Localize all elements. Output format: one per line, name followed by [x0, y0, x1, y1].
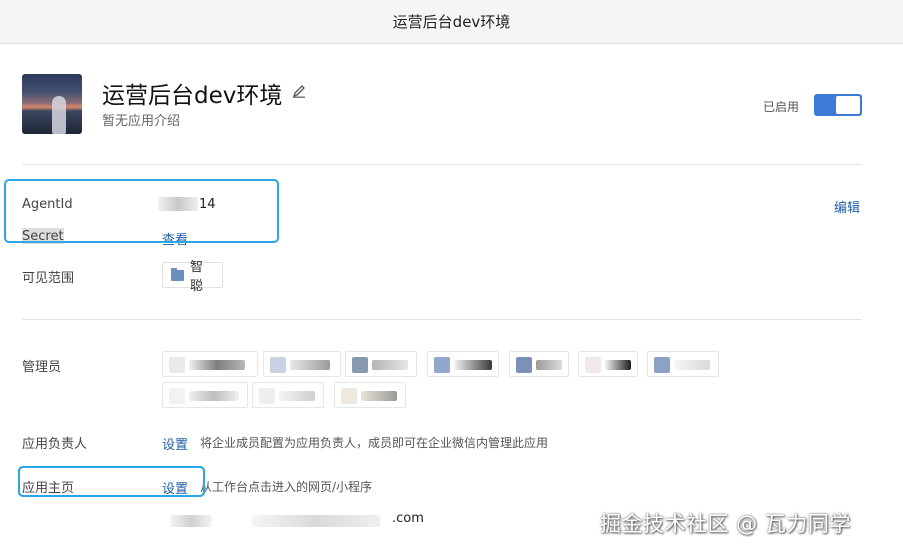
- avatar: [259, 388, 275, 404]
- avatar: [352, 357, 368, 373]
- admin-chip[interactable]: [162, 351, 258, 377]
- admin-name: [454, 360, 492, 370]
- avatar: [516, 357, 532, 373]
- admin-name: [189, 360, 245, 370]
- avatar: [434, 357, 450, 373]
- admin-name: [361, 391, 397, 401]
- owner-set-link[interactable]: 设置: [162, 434, 188, 453]
- avatar: [169, 388, 185, 404]
- admin-chip[interactable]: [252, 382, 324, 408]
- admin-name: [189, 391, 239, 401]
- admin-name: [290, 360, 330, 370]
- highlight-box-credentials: [4, 179, 279, 243]
- owner-hint: 将企业成员配置为应用负责人，成员即可在企业微信内管理此应用: [200, 436, 549, 450]
- admin-chip[interactable]: [263, 351, 341, 377]
- watermark: 掘金技术社区 @ 瓦力同学: [600, 512, 851, 536]
- admin-name: [372, 360, 408, 370]
- scope-tag[interactable]: 智聪: [162, 260, 223, 294]
- avatar: [341, 388, 357, 404]
- avatar: [169, 357, 185, 373]
- admin-chip[interactable]: [345, 351, 417, 377]
- admin-chip[interactable]: [334, 382, 406, 408]
- edit-link[interactable]: 编辑: [834, 197, 860, 216]
- highlight-box-homepage-outline: [18, 466, 205, 497]
- admin-chip[interactable]: [509, 351, 569, 377]
- app-avatar[interactable]: [22, 74, 82, 134]
- edit-pencil-icon[interactable]: [292, 84, 306, 98]
- scope-tag-label: 智聪: [189, 260, 203, 294]
- admin-chip[interactable]: [427, 351, 499, 377]
- owner-label: 应用负责人: [22, 437, 88, 452]
- divider: [22, 319, 862, 320]
- admin-chip[interactable]: [162, 382, 248, 408]
- admin-name: [536, 360, 562, 370]
- scope-label: 可见范围: [22, 271, 75, 286]
- folder-icon: [171, 267, 184, 281]
- homepage-hint: 从工作台点击进入的网页/小程序: [200, 480, 373, 494]
- admin-chip[interactable]: [578, 351, 638, 377]
- app-description: 暂无应用介绍: [102, 114, 181, 129]
- admins-label: 管理员: [22, 360, 62, 375]
- admin-name: [605, 360, 631, 370]
- avatar: [270, 357, 286, 373]
- app-name: 运营后台dev环境: [102, 83, 283, 109]
- admin-name: [674, 360, 710, 370]
- admin-name: [279, 391, 315, 401]
- divider: [22, 164, 862, 165]
- window-title: 运营后台dev环境: [392, 13, 511, 31]
- enable-toggle[interactable]: [814, 94, 862, 116]
- window-titlebar: 运营后台dev环境: [0, 0, 903, 44]
- status-label: 已启用: [763, 100, 800, 114]
- homepage-url-masked: [252, 515, 380, 527]
- homepage-url: .com: [392, 511, 424, 526]
- admin-chip[interactable]: [647, 351, 719, 377]
- toggle-knob: [836, 96, 860, 114]
- avatar: [585, 357, 601, 373]
- homepage-url-masked: [170, 515, 212, 527]
- avatar: [654, 357, 670, 373]
